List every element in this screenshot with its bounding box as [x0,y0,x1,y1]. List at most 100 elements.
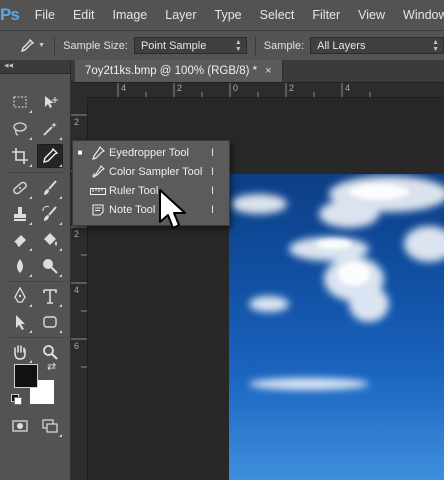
document-tab[interactable]: 7oy2t1ks.bmp @ 100% (RGB/8) * × [75,60,283,82]
ruler-label: 4 [74,285,80,295]
menu-file[interactable]: File [19,8,64,22]
chevron-down-icon: ▼ [38,42,46,49]
magnifier-icon [43,345,58,360]
flyout-item-label: Eyedropper Tool [109,146,189,159]
ruler-label: 6 [74,341,80,351]
flyout-item-ruler[interactable]: Ruler Tool I [73,181,229,200]
pen-icon [14,287,26,303]
sample-select[interactable]: All Layers ▲ ▼ [310,37,444,54]
history-brush-tool[interactable] [37,202,63,226]
dodge-icon [43,259,58,274]
ruler-label: 2 [177,83,183,93]
selected-indicator: ■ [77,148,83,157]
sample-label: Sample: [263,39,305,52]
eyedropper-icon [87,145,109,161]
quick-mask-button[interactable] [7,414,33,438]
flyout-item-label: Color Sampler Tool [109,165,203,178]
brush-tool[interactable] [37,176,63,200]
note-icon [87,202,109,218]
menu-type[interactable]: Type [206,8,251,22]
separator [8,337,62,338]
sample-size-select[interactable]: Point Sample ▲ ▼ [133,37,247,54]
tools-panel-header[interactable]: ◂◂ [0,60,70,74]
eraser-icon [13,235,26,247]
ruler-label: 0 [233,83,239,93]
photoshop-logo[interactable]: Ps [0,0,20,30]
move-tool[interactable] [37,90,63,114]
menu-image[interactable]: Image [104,8,157,22]
menu-layer[interactable]: Layer [156,8,205,22]
ruler-icon [87,183,109,199]
magic-wand-icon [43,122,57,136]
ruler-label: 4 [121,83,127,93]
ruler-origin[interactable] [71,83,87,97]
select-arrows-icon: ▲ ▼ [234,38,242,53]
options-bar: ▼ Sample Size: Point Sample ▲ ▼ Sample: A… [0,30,444,61]
hand-icon [14,345,26,360]
ruler-label: 4 [345,83,351,93]
shortcut-key: I [211,184,215,197]
rounded-rect-icon [43,316,57,328]
collapse-icon[interactable]: ◂◂ [4,60,13,71]
clone-stamp-tool[interactable] [7,202,33,226]
ruler-label: 2 [74,229,80,239]
move-icon [45,96,58,108]
tool-preset-picker[interactable]: ▼ [14,35,50,57]
paint-bucket-icon [44,233,57,246]
screen-mode-icon [42,419,58,433]
flyout-item-note[interactable]: Note Tool I [73,200,229,219]
separator [8,281,62,282]
ruler-label: 2 [289,83,295,93]
foreground-color-swatch[interactable] [14,364,38,388]
dodge-tool[interactable] [37,254,63,278]
eyedropper-icon [43,147,59,163]
close-icon[interactable]: × [265,65,271,77]
magic-wand-tool[interactable] [37,117,63,141]
marquee-icon [13,96,27,108]
menu-edit[interactable]: Edit [64,8,104,22]
ruler-ticks [117,83,371,97]
type-icon [43,289,57,304]
crop-icon [12,148,28,164]
type-tool[interactable] [37,284,63,308]
paint-bucket-tool[interactable] [37,228,63,252]
bandage-icon [13,181,27,195]
brush-icon [44,180,57,195]
flyout-item-eyedropper[interactable]: ■ Eyedropper Tool I [73,143,229,162]
pen-tool[interactable] [7,284,33,308]
menu-select[interactable]: Select [251,8,304,22]
blur-tool[interactable] [7,254,33,278]
lasso-icon [13,122,27,136]
lasso-tool[interactable] [7,117,33,141]
eyedropper-tool[interactable] [37,144,63,168]
document-tab-bar: 7oy2t1ks.bmp @ 100% (RGB/8) * × [71,60,444,83]
quick-mask-icon [12,420,28,432]
marquee-tool[interactable] [7,90,33,114]
eraser-tool[interactable] [7,228,33,252]
shortcut-key: I [211,165,215,178]
swap-colors-icon[interactable]: ⇄ [47,360,56,373]
ruler-label: 2 [74,117,80,127]
default-colors-icon[interactable] [11,394,22,405]
flyout-item-color-sampler[interactable]: Color Sampler Tool I [73,162,229,181]
separator [254,36,256,55]
crop-tool[interactable] [7,144,33,168]
eyedropper-icon [21,38,35,52]
screen-mode-button[interactable] [37,414,63,438]
shape-tool[interactable] [37,310,63,334]
path-selection-tool[interactable] [7,310,33,334]
horizontal-ruler[interactable]: 4 2 0 2 4 [87,83,444,98]
separator [54,36,56,55]
document-image[interactable] [229,174,444,480]
tool-flyout-menu: ■ Eyedropper Tool I Color Sampler Tool I… [72,140,230,226]
menu-filter[interactable]: Filter [303,8,349,22]
separator [8,172,62,173]
menu-view[interactable]: View [349,8,394,22]
arrow-cursor-icon [16,315,25,330]
healing-brush-tool[interactable] [7,176,33,200]
sample-size-label: Sample Size: [63,39,128,52]
stamp-icon [14,207,26,221]
hand-tool[interactable] [7,340,33,364]
menu-window[interactable]: Window [394,8,444,22]
menu-bar: Ps File Edit Image Layer Type Select Fil… [0,0,444,30]
